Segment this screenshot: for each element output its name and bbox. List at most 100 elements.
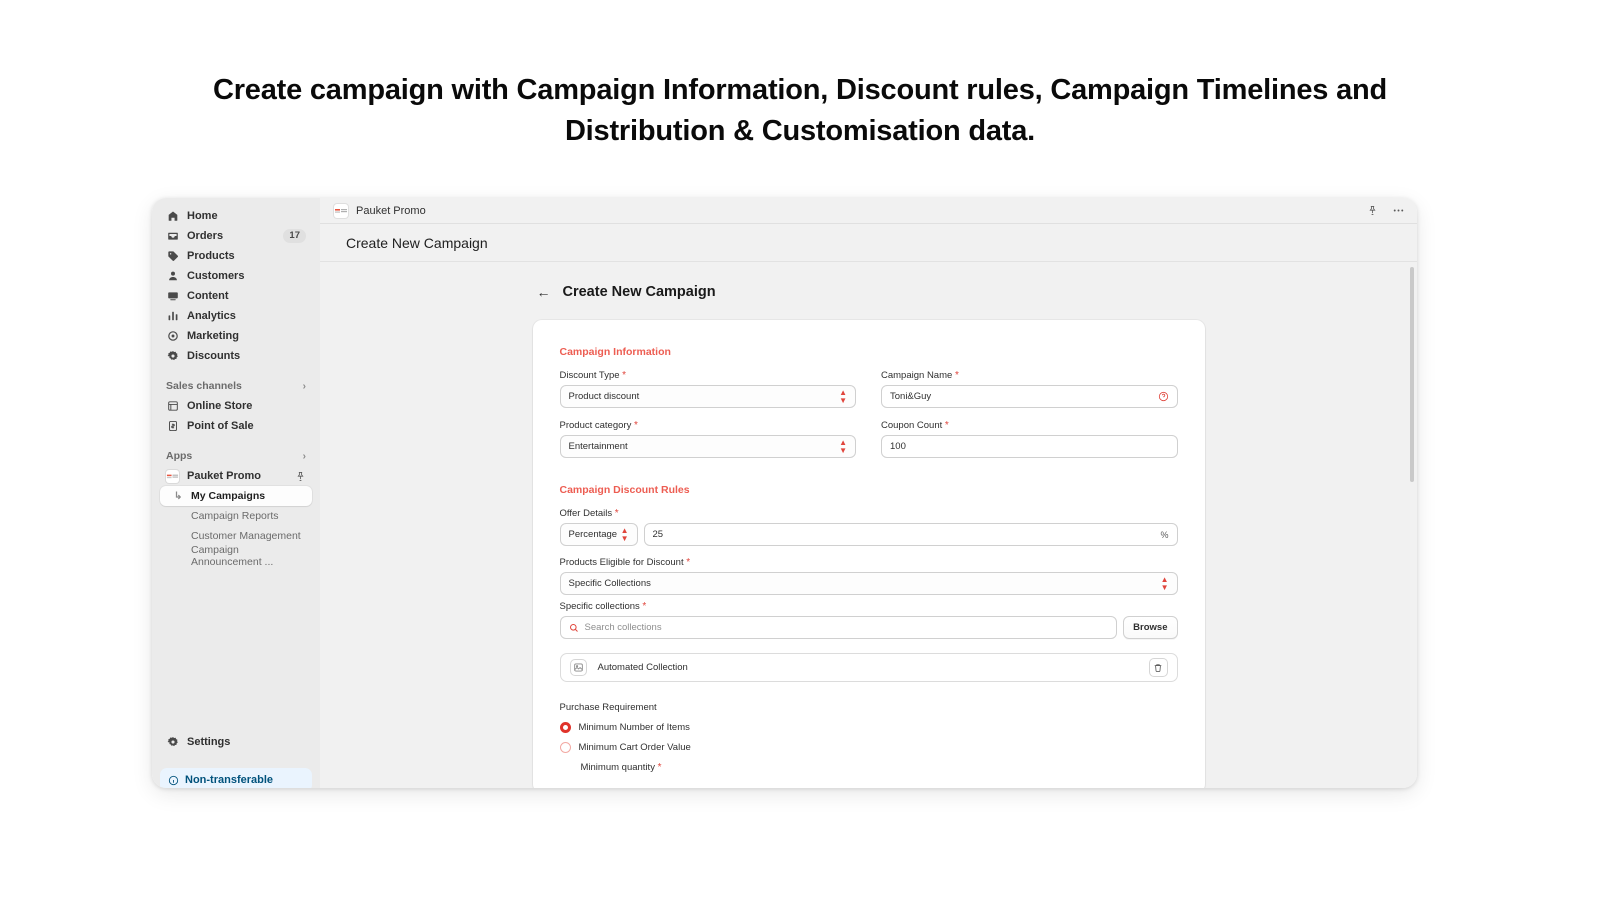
sidebar-item-label: Analytics bbox=[187, 310, 236, 322]
radio-minimum-number-of-items[interactable]: Minimum Number of Items bbox=[560, 722, 1178, 733]
status-badge: Non-transferable bbox=[160, 768, 312, 788]
sidebar-sales-channels-list: Online Store Point of Sale bbox=[152, 396, 320, 436]
sidebar-item-label: Customers bbox=[187, 270, 244, 282]
required-marker: * bbox=[955, 370, 959, 381]
chevron-right-icon: › bbox=[303, 451, 306, 462]
required-marker: * bbox=[634, 420, 638, 431]
sidebar-item-discounts[interactable]: Discounts bbox=[160, 346, 312, 366]
radio-icon-unchecked[interactable] bbox=[560, 742, 571, 753]
campaign-name-label: Campaign Name * bbox=[881, 370, 1178, 381]
selected-collection-item: Automated Collection bbox=[560, 653, 1178, 682]
sidebar-item-home[interactable]: Home bbox=[160, 206, 312, 226]
page-title: Create New Campaign bbox=[563, 284, 716, 300]
main-pane: Pauket Promo Create New Campaign ← Creat… bbox=[320, 198, 1417, 788]
ellipsis-icon[interactable] bbox=[1392, 204, 1405, 217]
info-icon bbox=[168, 775, 179, 786]
chevron-right-icon: › bbox=[303, 381, 306, 392]
sidebar: Home Orders 17 Products Customers bbox=[152, 198, 320, 788]
sidebar-item-label: Discounts bbox=[187, 350, 240, 362]
campaign-name-input[interactable]: Toni&Guy bbox=[881, 385, 1178, 408]
products-eligible-value: Specific Collections bbox=[569, 578, 1161, 589]
label-text: Minimum quantity bbox=[581, 762, 655, 773]
pin-icon[interactable] bbox=[295, 471, 306, 482]
sidebar-section-apps[interactable]: Apps › bbox=[152, 446, 320, 466]
percent-suffix: % bbox=[1160, 530, 1168, 540]
field-group-campaign-name: Campaign Name * Toni&Guy bbox=[881, 370, 1178, 408]
minimum-quantity-label: Minimum quantity * bbox=[581, 762, 1178, 773]
campaign-form-card: Campaign Information Discount Type * Pro… bbox=[533, 320, 1205, 788]
sidebar-item-label: Settings bbox=[187, 736, 230, 748]
sidebar-item-pauket-promo[interactable]: Pauket Promo bbox=[160, 466, 312, 486]
page-header-title: Create New Campaign bbox=[346, 235, 488, 251]
sidebar-item-products[interactable]: Products bbox=[160, 246, 312, 266]
search-collections-input[interactable]: Search collections bbox=[560, 616, 1118, 639]
offer-type-value: Percentage bbox=[569, 529, 617, 540]
sidebar-item-online-store[interactable]: Online Store bbox=[160, 396, 312, 416]
collection-name: Automated Collection bbox=[598, 662, 1138, 673]
sidebar-item-campaign-announcement[interactable]: Campaign Announcement ... bbox=[160, 546, 312, 566]
app-topbar: Pauket Promo bbox=[320, 198, 1417, 224]
required-marker: * bbox=[686, 557, 690, 568]
pauket-promo-app-icon bbox=[166, 470, 179, 483]
radio-icon-checked[interactable] bbox=[560, 722, 571, 733]
orders-icon bbox=[166, 230, 179, 243]
search-collections-placeholder: Search collections bbox=[585, 622, 662, 633]
sidebar-item-point-of-sale[interactable]: Point of Sale bbox=[160, 416, 312, 436]
browse-button[interactable]: Browse bbox=[1123, 616, 1177, 639]
sidebar-item-campaign-reports[interactable]: Campaign Reports bbox=[160, 506, 312, 526]
vertical-scrollbar[interactable] bbox=[1410, 267, 1414, 482]
discount-type-value: Product discount bbox=[569, 391, 840, 402]
label-text: Coupon Count bbox=[881, 420, 942, 431]
image-icon bbox=[570, 659, 587, 676]
trash-icon[interactable] bbox=[1149, 658, 1168, 677]
label-text: Offer Details bbox=[560, 508, 613, 519]
sidebar-item-my-campaigns[interactable]: ↳ My Campaigns bbox=[160, 486, 312, 506]
product-category-value: Entertainment bbox=[569, 441, 840, 452]
error-question-icon[interactable] bbox=[1158, 391, 1169, 402]
coupon-count-input[interactable]: 100 bbox=[881, 435, 1178, 458]
specific-collections-label: Specific collections * bbox=[560, 601, 1178, 612]
sidebar-item-marketing[interactable]: Marketing bbox=[160, 326, 312, 346]
page-header: Create New Campaign bbox=[320, 224, 1417, 262]
scroll-area[interactable]: ← Create New Campaign Campaign Informati… bbox=[320, 262, 1417, 788]
analytics-icon bbox=[166, 310, 179, 323]
products-icon bbox=[166, 250, 179, 263]
product-category-select[interactable]: Entertainment ▲▼ bbox=[560, 435, 857, 458]
radio-minimum-cart-order-value[interactable]: Minimum Cart Order Value bbox=[560, 742, 1178, 753]
offer-amount-input[interactable]: 25 % bbox=[644, 523, 1178, 546]
sidebar-item-customer-management[interactable]: Customer Management bbox=[160, 526, 312, 546]
sidebar-item-orders[interactable]: Orders 17 bbox=[160, 226, 312, 246]
sales-channels-title: Sales channels bbox=[166, 380, 242, 392]
required-marker: * bbox=[658, 762, 662, 773]
sidebar-item-analytics[interactable]: Analytics bbox=[160, 306, 312, 326]
products-eligible-select[interactable]: Specific Collections ▲▼ bbox=[560, 572, 1178, 595]
content-wrapper: ← Create New Campaign Campaign Informati… bbox=[320, 284, 1417, 788]
label-text: Campaign Name bbox=[881, 370, 952, 381]
apps-title: Apps bbox=[166, 450, 192, 462]
back-arrow-icon[interactable]: ← bbox=[537, 285, 551, 299]
specific-collections-search-row: Search collections Browse bbox=[560, 616, 1178, 639]
sidebar-item-customers[interactable]: Customers bbox=[160, 266, 312, 286]
offer-details-label: Offer Details * bbox=[560, 508, 1178, 519]
pin-icon[interactable] bbox=[1367, 205, 1378, 216]
sidebar-apps-list: Pauket Promo ↳ My Campaigns Campaign Rep… bbox=[152, 466, 320, 566]
app-topbar-actions bbox=[1367, 204, 1405, 217]
app-window: Home Orders 17 Products Customers bbox=[152, 198, 1417, 788]
required-marker: * bbox=[622, 370, 626, 381]
marketing-icon bbox=[166, 330, 179, 343]
home-icon bbox=[166, 210, 179, 223]
sidebar-item-settings[interactable]: Settings bbox=[160, 732, 312, 752]
sidebar-settings-row: Settings bbox=[160, 732, 312, 752]
discount-type-select[interactable]: Product discount ▲▼ bbox=[560, 385, 857, 408]
label-text: Discount Type bbox=[560, 370, 620, 381]
sidebar-item-label: Products bbox=[187, 250, 235, 262]
sidebar-item-content[interactable]: Content bbox=[160, 286, 312, 306]
pauket-promo-app-icon bbox=[334, 204, 348, 218]
orders-count-badge: 17 bbox=[283, 229, 306, 243]
sidebar-section-sales-channels[interactable]: Sales channels › bbox=[152, 376, 320, 396]
campaign-name-value: Toni&Guy bbox=[890, 391, 1158, 402]
offer-type-select[interactable]: Percentage ▲▼ bbox=[560, 523, 638, 546]
sidebar-item-label: Campaign Reports bbox=[191, 510, 279, 522]
products-eligible-label: Products Eligible for Discount * bbox=[560, 557, 1178, 568]
sidebar-item-label: My Campaigns bbox=[191, 490, 265, 502]
